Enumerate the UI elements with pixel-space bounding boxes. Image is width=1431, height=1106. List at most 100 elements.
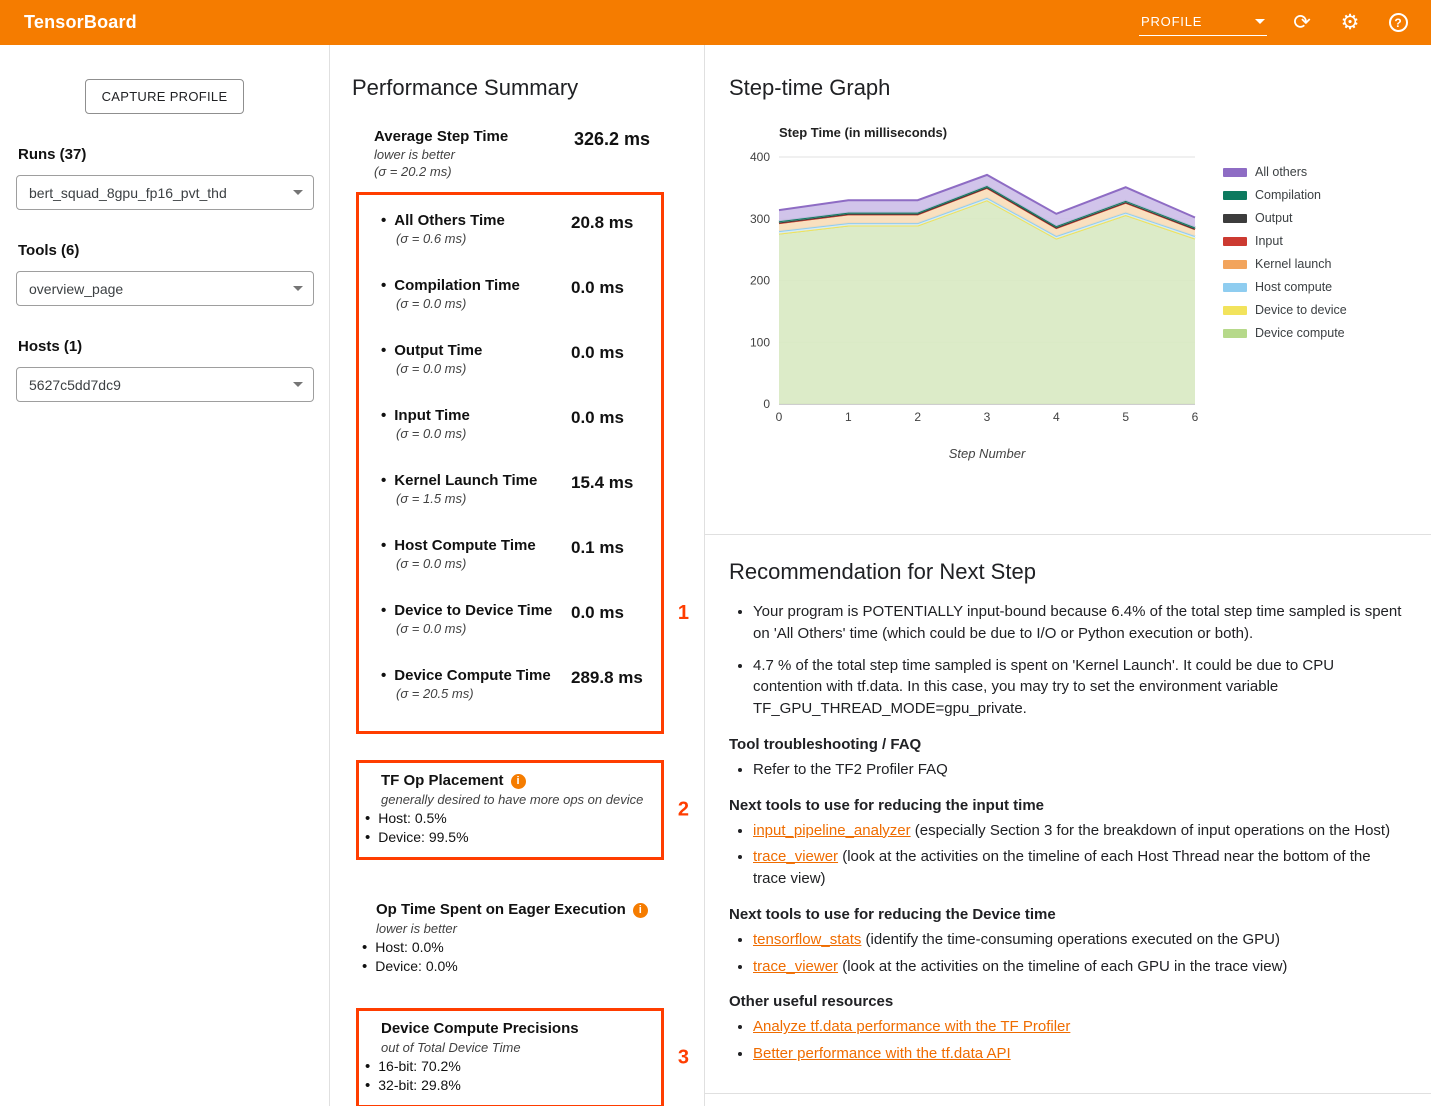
faq-item: Refer to the TF2 Profiler FAQ <box>753 759 1403 781</box>
metric-label: •Device Compute Time <box>381 666 551 685</box>
bullet: • <box>381 472 386 489</box>
legend-label: Device to device <box>1255 303 1347 317</box>
resource-item: Better performance with the tf.data API <box>753 1043 1403 1065</box>
metric-value: 289.8 ms <box>571 666 649 702</box>
metric-sigma: (σ = 20.5 ms) <box>396 685 551 702</box>
legend-label: Input <box>1255 234 1283 248</box>
bullet: • <box>381 342 386 359</box>
svg-text:1: 1 <box>845 410 852 424</box>
metric-left: •Host Compute Time (σ = 0.0 ms) <box>381 536 536 572</box>
step-time-chart[interactable]: Step Time (in milliseconds)0100200300400… <box>729 125 1209 470</box>
precision-32bit: •32-bit: 29.8% <box>365 1076 649 1095</box>
tensorflow-stats-link[interactable]: tensorflow_stats <box>753 931 861 948</box>
metric-sigma: (σ = 0.0 ms) <box>396 425 470 442</box>
metric-left: •Kernel Launch Time (σ = 1.5 ms) <box>381 471 537 507</box>
metric-row-device-compute: •Device Compute Time (σ = 20.5 ms) 289.8… <box>365 666 649 702</box>
chevron-down-icon <box>293 190 303 195</box>
dashboard-select[interactable]: PROFILE <box>1139 9 1267 36</box>
metric-row-compilation: •Compilation Time (σ = 0.0 ms) 0.0 ms <box>365 276 649 312</box>
recommendation-bullet: Your program is POTENTIALLY input-bound … <box>753 601 1403 645</box>
recommendation-title: Recommendation for Next Step <box>729 559 1403 585</box>
tf-op-placement-device: •Device: 99.5% <box>365 828 649 847</box>
metric-label-text: Compilation Time <box>394 277 520 294</box>
svg-text:2: 2 <box>914 410 921 424</box>
metric-label-text: All Others Time <box>394 212 505 229</box>
fact-text: Device: 0.0% <box>375 958 457 974</box>
svg-text:400: 400 <box>750 150 770 164</box>
eager-host: •Host: 0.0% <box>362 938 664 957</box>
legend-swatch <box>1223 168 1247 177</box>
bullet: • <box>381 277 386 294</box>
tools-select[interactable]: overview_page <box>16 271 314 306</box>
help-button[interactable]: ? <box>1385 10 1411 36</box>
runs-label: Runs (37) <box>18 146 315 163</box>
svg-text:200: 200 <box>750 274 770 288</box>
legend-item: Host compute <box>1223 280 1347 294</box>
info-icon[interactable]: i <box>511 774 526 789</box>
svg-text:100: 100 <box>750 335 770 349</box>
device-tool-item: tensorflow_stats (identify the time-cons… <box>753 929 1403 951</box>
tools-select-value: overview_page <box>29 281 123 297</box>
legend-swatch <box>1223 329 1247 338</box>
step-time-graph-title: Step-time Graph <box>729 75 1407 101</box>
metric-value: 0.0 ms <box>571 406 649 442</box>
metric-value: 0.1 ms <box>571 536 649 572</box>
bullet: • <box>365 1058 370 1075</box>
runs-select[interactable]: bert_squad_8gpu_fp16_pvt_thd <box>16 175 314 210</box>
input-pipeline-analyzer-link[interactable]: input_pipeline_analyzer <box>753 822 911 839</box>
bullet: • <box>381 602 386 619</box>
average-step-time-row: Average Step Time lower is better (σ = 2… <box>360 127 664 180</box>
average-step-time-left: Average Step Time lower is better (σ = 2… <box>374 127 508 180</box>
trace-viewer-link[interactable]: trace_viewer <box>753 848 838 865</box>
input-tool-item: trace_viewer (look at the activities on … <box>753 846 1403 890</box>
metric-label: •Input Time <box>381 406 470 425</box>
right-column: Step-time Graph Step Time (in millisecon… <box>705 45 1431 1106</box>
hosts-select[interactable]: 5627c5dd7dc9 <box>16 367 314 402</box>
legend-item: Output <box>1223 211 1347 225</box>
divider <box>705 1093 1431 1094</box>
legend-swatch <box>1223 260 1247 269</box>
metric-label-text: Device Compute Time <box>394 667 550 684</box>
reload-icon: ⟳ <box>1293 12 1311 33</box>
annotation-box-3: 3 Device Compute Precisions out of Total… <box>356 1008 664 1106</box>
fact-text: Device: 99.5% <box>378 829 468 845</box>
item-text: (look at the activities on the timeline … <box>838 958 1287 975</box>
legend-item: Input <box>1223 234 1347 248</box>
precisions-title: Device Compute Precisions <box>381 1019 579 1039</box>
capture-profile-button[interactable]: CAPTURE PROFILE <box>85 79 245 114</box>
svg-text:5: 5 <box>1122 410 1129 424</box>
legend-item: Compilation <box>1223 188 1347 202</box>
metric-sigma: (σ = 0.0 ms) <box>396 620 552 637</box>
legend-item: Kernel launch <box>1223 257 1347 271</box>
metric-row-host-compute: •Host Compute Time (σ = 0.0 ms) 0.1 ms <box>365 536 649 572</box>
device-tool-item: trace_viewer (look at the activities on … <box>753 956 1403 978</box>
item-text: (especially Section 3 for the breakdown … <box>911 822 1390 839</box>
chevron-down-icon <box>293 382 303 387</box>
metric-sigma: (σ = 1.5 ms) <box>396 490 537 507</box>
annotation-number-1: 1 <box>678 602 689 625</box>
legend-swatch <box>1223 283 1247 292</box>
annotation-box-1: 1 •All Others Time (σ = 0.6 ms) 20.8 ms … <box>356 192 664 734</box>
app-title: TensorBoard <box>24 12 137 33</box>
svg-text:0: 0 <box>763 397 770 411</box>
tfdata-api-link[interactable]: Better performance with the tf.data API <box>753 1045 1011 1062</box>
legend-swatch <box>1223 191 1247 200</box>
reload-button[interactable]: ⟳ <box>1289 10 1315 36</box>
trace-viewer-link[interactable]: trace_viewer <box>753 958 838 975</box>
other-resources-list: Analyze tf.data performance with the TF … <box>753 1016 1403 1065</box>
metric-label: •Host Compute Time <box>381 536 536 555</box>
chevron-down-icon <box>1255 19 1265 24</box>
top-app-bar: TensorBoard PROFILE ⟳ ⚙ ? <box>0 0 1431 45</box>
metric-left: •Output Time (σ = 0.0 ms) <box>381 341 482 377</box>
tf-op-placement-host: •Host: 0.5% <box>365 809 649 828</box>
recommendation-bullets: Your program is POTENTIALLY input-bound … <box>753 601 1403 720</box>
tf-op-placement-title: TF Op Placement <box>381 771 504 791</box>
metric-label: •All Others Time <box>381 211 505 230</box>
tfdata-performance-link[interactable]: Analyze tf.data performance with the TF … <box>753 1018 1070 1035</box>
fact-text: 32-bit: 29.8% <box>378 1077 461 1093</box>
info-icon[interactable]: i <box>633 903 648 918</box>
metric-sigma: (σ = 0.0 ms) <box>396 360 482 377</box>
settings-button[interactable]: ⚙ <box>1337 10 1363 36</box>
bullet: • <box>381 407 386 424</box>
chevron-down-icon <box>293 286 303 291</box>
